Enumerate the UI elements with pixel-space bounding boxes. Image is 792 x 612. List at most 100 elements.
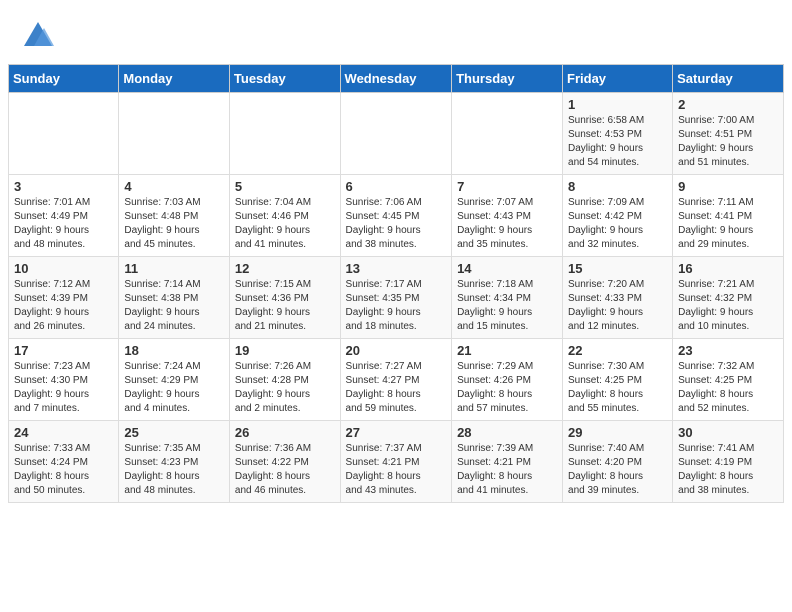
column-header-friday: Friday: [563, 65, 673, 93]
day-number: 28: [457, 425, 557, 440]
calendar-cell: 2 Sunrise: 7:00 AM Sunset: 4:51 PM Daylig…: [673, 93, 784, 175]
calendar-table: SundayMondayTuesdayWednesdayThursdayFrid…: [8, 64, 784, 503]
calendar-cell: 26Sunrise: 7:36 AM Sunset: 4:22 PM Dayli…: [229, 421, 340, 503]
day-info: Sunrise: 7:03 AM Sunset: 4:48 PM Dayligh…: [124, 196, 224, 252]
day-number: 3: [14, 179, 113, 194]
day-number: 23: [678, 343, 778, 358]
day-info: Sunrise: 7:14 AM Sunset: 4:38 PM Dayligh…: [124, 278, 224, 334]
calendar-cell: [229, 93, 340, 175]
calendar-cell: 17 Sunrise: 7:23 AM Sunset: 4:30 PM Dayli…: [9, 339, 119, 421]
day-info: Sunrise: 7:23 AM Sunset: 4:30 PM Dayligh…: [14, 360, 113, 416]
calendar-cell: 25 Sunrise: 7:35 AM Sunset: 4:23 PM Dayli…: [119, 421, 230, 503]
header-row: SundayMondayTuesdayWednesdayThursdayFrid…: [9, 65, 784, 93]
day-info: Sunrise: 7:40 AM Sunset: 4:20 PM Dayligh…: [568, 442, 667, 498]
week-row-3: 10 Sunrise: 7:12 AM Sunset: 4:39 PM Dayli…: [9, 257, 784, 339]
day-number: 9: [678, 179, 778, 194]
day-number: 11: [124, 261, 224, 276]
day-number: 2: [678, 97, 778, 112]
day-info: Sunrise: 7:37 AM Sunset: 4:21 PM Dayligh…: [346, 442, 447, 498]
day-info: Sunrise: 7:11 AM Sunset: 4:41 PM Dayligh…: [678, 196, 778, 252]
day-number: 16: [678, 261, 778, 276]
column-header-saturday: Saturday: [673, 65, 784, 93]
calendar-cell: 14Sunrise: 7:18 AM Sunset: 4:34 PM Dayli…: [452, 257, 563, 339]
calendar-cell: 29 Sunrise: 7:40 AM Sunset: 4:20 PM Dayli…: [563, 421, 673, 503]
day-number: 4: [124, 179, 224, 194]
day-number: 29: [568, 425, 667, 440]
calendar-cell: [119, 93, 230, 175]
day-info: Sunrise: 7:24 AM Sunset: 4:29 PM Dayligh…: [124, 360, 224, 416]
day-number: 13: [346, 261, 447, 276]
calendar-cell: [452, 93, 563, 175]
day-number: 1: [568, 97, 667, 112]
calendar-cell: 19 Sunrise: 7:26 AM Sunset: 4:28 PM Dayli…: [229, 339, 340, 421]
calendar-cell: 8Sunrise: 7:09 AM Sunset: 4:42 PM Daylig…: [563, 175, 673, 257]
calendar-cell: [9, 93, 119, 175]
calendar-cell: 11 Sunrise: 7:14 AM Sunset: 4:38 PM Dayli…: [119, 257, 230, 339]
calendar-cell: 1 Sunrise: 6:58 AM Sunset: 4:53 PM Daylig…: [563, 93, 673, 175]
day-info: Sunrise: 7:27 AM Sunset: 4:27 PM Dayligh…: [346, 360, 447, 416]
calendar-cell: 16Sunrise: 7:21 AM Sunset: 4:32 PM Dayli…: [673, 257, 784, 339]
calendar-cell: 28 Sunrise: 7:39 AM Sunset: 4:21 PM Dayli…: [452, 421, 563, 503]
day-info: Sunrise: 7:00 AM Sunset: 4:51 PM Dayligh…: [678, 114, 778, 170]
day-info: Sunrise: 7:29 AM Sunset: 4:26 PM Dayligh…: [457, 360, 557, 416]
page-header: [0, 0, 792, 64]
day-number: 6: [346, 179, 447, 194]
day-number: 21: [457, 343, 557, 358]
calendar-header: SundayMondayTuesdayWednesdayThursdayFrid…: [9, 65, 784, 93]
column-header-sunday: Sunday: [9, 65, 119, 93]
column-header-tuesday: Tuesday: [229, 65, 340, 93]
day-info: Sunrise: 7:39 AM Sunset: 4:21 PM Dayligh…: [457, 442, 557, 498]
day-number: 10: [14, 261, 113, 276]
day-info: Sunrise: 7:32 AM Sunset: 4:25 PM Dayligh…: [678, 360, 778, 416]
day-number: 15: [568, 261, 667, 276]
calendar-cell: 3Sunrise: 7:01 AM Sunset: 4:49 PM Daylig…: [9, 175, 119, 257]
day-number: 27: [346, 425, 447, 440]
calendar-wrapper: SundayMondayTuesdayWednesdayThursdayFrid…: [0, 64, 792, 511]
day-number: 20: [346, 343, 447, 358]
calendar-cell: 24Sunrise: 7:33 AM Sunset: 4:24 PM Dayli…: [9, 421, 119, 503]
week-row-2: 3Sunrise: 7:01 AM Sunset: 4:49 PM Daylig…: [9, 175, 784, 257]
day-number: 30: [678, 425, 778, 440]
calendar-cell: 7Sunrise: 7:07 AM Sunset: 4:43 PM Daylig…: [452, 175, 563, 257]
day-info: Sunrise: 7:06 AM Sunset: 4:45 PM Dayligh…: [346, 196, 447, 252]
column-header-monday: Monday: [119, 65, 230, 93]
calendar-cell: 27 Sunrise: 7:37 AM Sunset: 4:21 PM Dayli…: [340, 421, 452, 503]
day-number: 18: [124, 343, 224, 358]
calendar-cell: 10 Sunrise: 7:12 AM Sunset: 4:39 PM Dayli…: [9, 257, 119, 339]
calendar-cell: 15 Sunrise: 7:20 AM Sunset: 4:33 PM Dayli…: [563, 257, 673, 339]
calendar-cell: 23 Sunrise: 7:32 AM Sunset: 4:25 PM Dayli…: [673, 339, 784, 421]
day-number: 19: [235, 343, 335, 358]
week-row-4: 17 Sunrise: 7:23 AM Sunset: 4:30 PM Dayli…: [9, 339, 784, 421]
calendar-cell: 6 Sunrise: 7:06 AM Sunset: 4:45 PM Daylig…: [340, 175, 452, 257]
calendar-cell: [340, 93, 452, 175]
day-info: Sunrise: 7:04 AM Sunset: 4:46 PM Dayligh…: [235, 196, 335, 252]
day-info: Sunrise: 7:35 AM Sunset: 4:23 PM Dayligh…: [124, 442, 224, 498]
week-row-1: 1 Sunrise: 6:58 AM Sunset: 4:53 PM Daylig…: [9, 93, 784, 175]
calendar-cell: 21 Sunrise: 7:29 AM Sunset: 4:26 PM Dayli…: [452, 339, 563, 421]
day-number: 26: [235, 425, 335, 440]
day-number: 12: [235, 261, 335, 276]
calendar-body: 1 Sunrise: 6:58 AM Sunset: 4:53 PM Daylig…: [9, 93, 784, 503]
day-info: Sunrise: 6:58 AM Sunset: 4:53 PM Dayligh…: [568, 114, 667, 170]
calendar-cell: 9 Sunrise: 7:11 AM Sunset: 4:41 PM Daylig…: [673, 175, 784, 257]
day-info: Sunrise: 7:30 AM Sunset: 4:25 PM Dayligh…: [568, 360, 667, 416]
day-number: 22: [568, 343, 667, 358]
day-info: Sunrise: 7:09 AM Sunset: 4:42 PM Dayligh…: [568, 196, 667, 252]
day-info: Sunrise: 7:20 AM Sunset: 4:33 PM Dayligh…: [568, 278, 667, 334]
day-number: 17: [14, 343, 113, 358]
day-number: 14: [457, 261, 557, 276]
day-info: Sunrise: 7:17 AM Sunset: 4:35 PM Dayligh…: [346, 278, 447, 334]
calendar-cell: 12 Sunrise: 7:15 AM Sunset: 4:36 PM Dayli…: [229, 257, 340, 339]
column-header-wednesday: Wednesday: [340, 65, 452, 93]
day-number: 7: [457, 179, 557, 194]
day-info: Sunrise: 7:41 AM Sunset: 4:19 PM Dayligh…: [678, 442, 778, 498]
calendar-cell: 5 Sunrise: 7:04 AM Sunset: 4:46 PM Daylig…: [229, 175, 340, 257]
calendar-cell: 30 Sunrise: 7:41 AM Sunset: 4:19 PM Dayli…: [673, 421, 784, 503]
day-number: 5: [235, 179, 335, 194]
calendar-cell: 18 Sunrise: 7:24 AM Sunset: 4:29 PM Dayli…: [119, 339, 230, 421]
day-info: Sunrise: 7:12 AM Sunset: 4:39 PM Dayligh…: [14, 278, 113, 334]
day-info: Sunrise: 7:15 AM Sunset: 4:36 PM Dayligh…: [235, 278, 335, 334]
calendar-cell: 20 Sunrise: 7:27 AM Sunset: 4:27 PM Dayli…: [340, 339, 452, 421]
day-number: 25: [124, 425, 224, 440]
day-info: Sunrise: 7:26 AM Sunset: 4:28 PM Dayligh…: [235, 360, 335, 416]
